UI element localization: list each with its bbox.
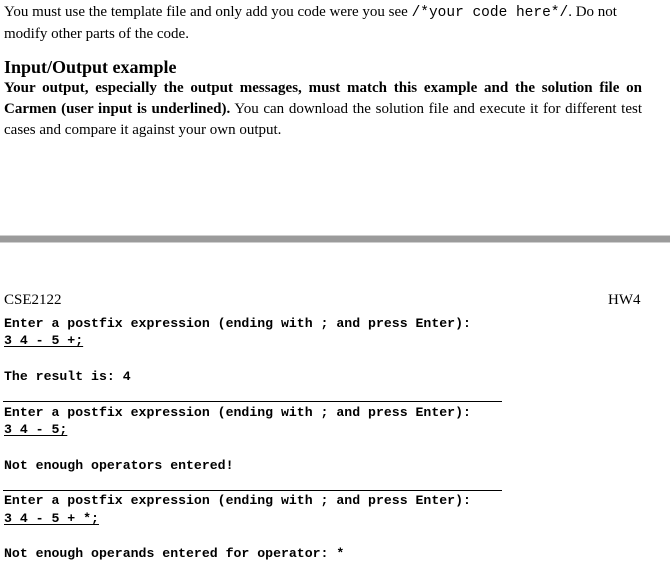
user-input-line: 3 4 - 5 +; [4,333,84,348]
output-line: Not enough operands entered for operator… [4,546,345,561]
intro-text-before: You must use the template file and only … [4,4,412,20]
prompt-line: Enter a postfix expression (ending with … [4,316,471,331]
run-separator-rule [3,401,502,402]
prompt-line: Enter a postfix expression (ending with … [4,493,471,508]
run-separator-rule [3,490,502,491]
section-divider-bar [0,235,670,243]
intro-paragraph: You must use the template file and only … [4,2,644,45]
output-line: Not enough operators entered! [4,458,234,473]
output-line: The result is: 4 [4,369,131,384]
prompt-line: Enter a postfix expression (ending with … [4,405,471,420]
assignment-label: HW4 [608,292,641,308]
io-example-description: Your output, especially the output messa… [4,78,642,141]
user-input-line: 3 4 - 5 + *; [4,511,99,526]
io-example-heading: Input/Output example [4,57,177,77]
course-label: CSE2122 [4,292,62,308]
intro-code-placeholder: /*your code here*/ [411,5,569,21]
user-input-line: 3 4 - 5; [4,422,68,437]
